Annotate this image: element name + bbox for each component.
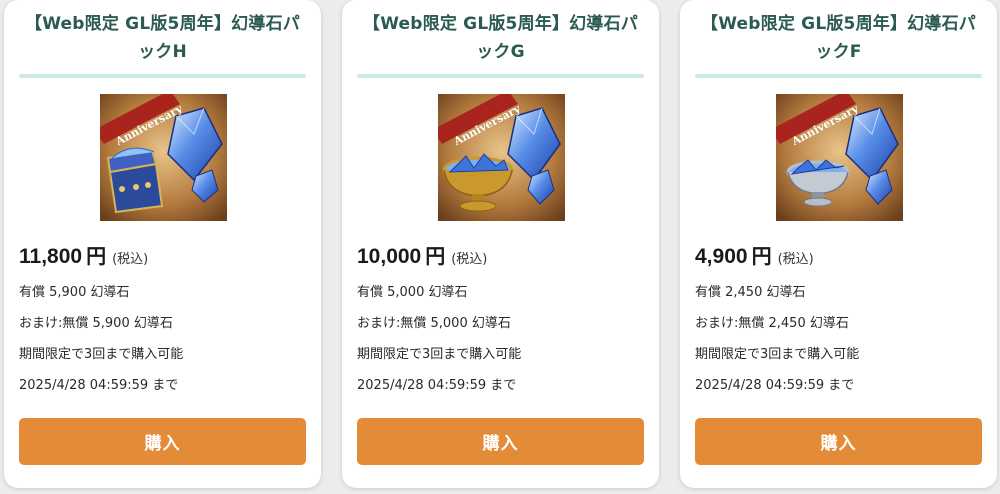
price-row: 11,800 円 (税込)	[19, 240, 148, 269]
treasure-chest-crystals-icon: Anniversary	[100, 94, 227, 221]
product-card-h: 【Web限定 GL版5周年】幻導石パックH Anniversary 11,800…	[4, 0, 321, 488]
tax-note: (税込)	[112, 252, 149, 267]
buy-button[interactable]: 購入	[695, 418, 982, 465]
purchase-limit: 期間限定で3回まで購入可能	[19, 347, 184, 362]
tax-note: (税込)	[451, 252, 488, 267]
golden-bowl-crystals-icon: Anniversary	[438, 94, 565, 221]
product-title: 【Web限定 GL版5周年】幻導石パックG	[363, 14, 638, 62]
product-card-g: 【Web限定 GL版5周年】幻導石パックG Anniversary 10,000…	[342, 0, 659, 488]
sale-deadline: 2025/4/28 04:59:59 まで	[357, 378, 517, 393]
bonus-amount: おまけ:無償 2,450 幻導石	[695, 316, 849, 331]
title-divider	[357, 74, 644, 78]
purchase-limit: 期間限定で3回まで購入可能	[695, 347, 860, 362]
silver-bowl-crystals-icon: Anniversary	[776, 94, 903, 221]
currency-unit: 円	[86, 244, 107, 268]
price-value: 11,800	[19, 245, 83, 268]
product-card-f: 【Web限定 GL版5周年】幻導石パックF Anniversary 4,900 …	[680, 0, 997, 488]
title-divider	[695, 74, 982, 78]
price-row: 10,000 円 (税込)	[357, 240, 487, 269]
bonus-amount: おまけ:無償 5,000 幻導石	[357, 316, 511, 331]
currency-unit: 円	[751, 244, 772, 268]
title-divider	[19, 74, 306, 78]
product-card-list: 【Web限定 GL版5周年】幻導石パックH Anniversary 11,800…	[0, 0, 1000, 494]
paid-amount: 有償 5,900 幻導石	[19, 285, 130, 300]
price-value: 4,900	[695, 245, 748, 268]
price-value: 10,000	[357, 245, 422, 268]
bonus-amount: おまけ:無償 5,900 幻導石	[19, 316, 173, 331]
product-title: 【Web限定 GL版5周年】幻導石パックF	[701, 14, 976, 62]
buy-button[interactable]: 購入	[19, 418, 306, 465]
paid-amount: 有償 5,000 幻導石	[357, 285, 468, 300]
price-row: 4,900 円 (税込)	[695, 240, 814, 269]
tax-note: (税込)	[777, 252, 814, 267]
purchase-limit: 期間限定で3回まで購入可能	[357, 347, 522, 362]
buy-button[interactable]: 購入	[357, 418, 644, 465]
sale-deadline: 2025/4/28 04:59:59 まで	[19, 378, 179, 393]
paid-amount: 有償 2,450 幻導石	[695, 285, 806, 300]
product-title: 【Web限定 GL版5周年】幻導石パックH	[25, 14, 300, 62]
sale-deadline: 2025/4/28 04:59:59 まで	[695, 378, 855, 393]
currency-unit: 円	[425, 244, 446, 268]
